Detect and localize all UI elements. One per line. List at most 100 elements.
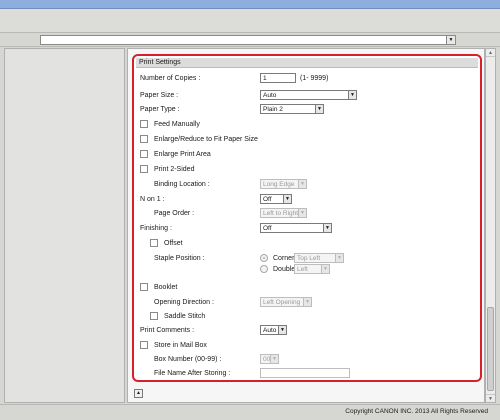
n-on-1-select[interactable]: Off ▼ — [260, 194, 292, 204]
staple-double-radio[interactable] — [260, 265, 268, 273]
staple-double-select[interactable]: Left ▼ — [294, 264, 330, 274]
opening-direction-select[interactable]: Left Opening ▼ — [260, 297, 312, 307]
toolbar — [0, 9, 500, 33]
paper-type-select[interactable]: Plain 2 ▼ — [260, 104, 324, 114]
print-comments-label: Print Comments : — [140, 327, 195, 334]
chevron-down-icon: ▼ — [270, 355, 278, 363]
page-order-row: Page Order : Left to Right ▼ — [134, 207, 480, 220]
enlarge-reduce-label: Enlarge/Reduce to Fit Paper Size — [154, 136, 258, 143]
paper-size-value: Auto — [263, 92, 277, 99]
saddle-stitch-checkbox[interactable] — [150, 312, 158, 320]
box-number-label: Box Number (00-99) : — [154, 356, 222, 363]
chevron-down-icon: ▼ — [298, 180, 306, 188]
enlarge-print-area-checkbox[interactable] — [140, 150, 148, 158]
paper-size-select[interactable]: Auto ▼ — [260, 90, 357, 100]
page-order-label: Page Order : — [154, 210, 195, 217]
address-bar: ▼ — [0, 33, 500, 47]
staple-corner-radio[interactable] — [260, 254, 268, 262]
copyright-text: Copyright CANON INC. 2013 All Rights Res… — [345, 408, 488, 415]
print-comments-select[interactable]: Auto ▼ — [260, 325, 287, 335]
left-navigation-pane — [4, 48, 125, 403]
number-of-copies-label: Number of Copies : — [140, 75, 201, 82]
box-number-select[interactable]: 00 ▼ — [260, 354, 279, 364]
paper-size-row: Paper Size : Auto ▼ — [134, 89, 480, 102]
opening-direction-row: Opening Direction : Left Opening ▼ — [134, 296, 480, 309]
chevron-down-icon[interactable]: ▼ — [446, 36, 455, 44]
n-on-1-label: N on 1 : — [140, 196, 165, 203]
print-settings-header: Print Settings — [136, 58, 478, 68]
paper-type-value: Plain 2 — [263, 106, 283, 113]
page-top-icon[interactable]: ▲ — [134, 389, 143, 398]
enlarge-print-area-label: Enlarge Print Area — [154, 151, 211, 158]
saddle-stitch-row: Saddle Stitch — [134, 310, 480, 323]
paper-type-row: Paper Type : Plain 2 ▼ — [134, 103, 480, 116]
finishing-select[interactable]: Off ▼ — [260, 223, 332, 233]
staple-corner-value: Top Left — [297, 255, 321, 262]
status-bar: Copyright CANON INC. 2013 All Rights Res… — [0, 404, 500, 420]
page-order-value: Left to Right — [263, 210, 299, 217]
binding-location-value: Long Edge — [263, 181, 295, 188]
number-of-copies-range: (1- 9999) — [300, 75, 329, 82]
finishing-label: Finishing : — [140, 225, 172, 232]
chevron-down-icon: ▼ — [335, 254, 343, 262]
booklet-row: Booklet — [134, 281, 480, 294]
scrollbar-thumb[interactable] — [487, 307, 494, 391]
staple-corner-select[interactable]: Top Left ▼ — [294, 253, 344, 263]
box-number-row: Box Number (00-99) : 00 ▼ — [134, 353, 480, 366]
staple-double-label: Double — [273, 266, 296, 273]
paper-type-label: Paper Type : — [140, 106, 180, 113]
finishing-value: Off — [263, 225, 272, 232]
file-name-input[interactable] — [260, 368, 350, 378]
chevron-down-icon: ▼ — [315, 105, 323, 113]
chevron-down-icon: ▼ — [298, 209, 306, 217]
chevron-down-icon: ▼ — [303, 298, 311, 306]
number-of-copies-row: Number of Copies : 1 (1- 9999) — [134, 72, 480, 85]
feed-manually-row: Feed Manually — [134, 118, 480, 131]
finishing-row: Finishing : Off ▼ — [134, 222, 480, 235]
scroll-up-icon[interactable]: ▲ — [486, 49, 495, 57]
staple-double-row: Double Left ▼ — [134, 263, 480, 276]
print-comments-row: Print Comments : Auto ▼ — [134, 324, 480, 337]
booklet-label: Booklet — [154, 284, 178, 291]
binding-location-label: Binding Location : — [154, 181, 210, 188]
scroll-down-icon[interactable]: ▼ — [486, 394, 495, 402]
print-settings-panel: Print Settings Number of Copies : 1 (1- … — [132, 54, 482, 382]
opening-direction-value: Left Opening — [263, 299, 301, 306]
chevron-down-icon: ▼ — [321, 265, 329, 273]
store-in-mailbox-label: Store in Mail Box — [154, 342, 207, 349]
chevron-down-icon: ▼ — [283, 195, 291, 203]
print-2-sided-row: Print 2-Sided — [134, 163, 480, 176]
print-2-sided-checkbox[interactable] — [140, 165, 148, 173]
store-in-mailbox-checkbox[interactable] — [140, 341, 148, 349]
binding-location-select[interactable]: Long Edge ▼ — [260, 179, 307, 189]
main-content-pane: Print Settings Number of Copies : 1 (1- … — [127, 48, 485, 403]
offset-label: Offset — [164, 240, 183, 247]
offset-row: Offset — [134, 237, 480, 250]
feed-manually-label: Feed Manually — [154, 121, 200, 128]
print-2-sided-label: Print 2-Sided — [154, 166, 195, 173]
n-on-1-row: N on 1 : Off ▼ — [134, 193, 480, 206]
file-name-label: File Name After Storing : — [154, 370, 231, 377]
file-name-row: File Name After Storing : — [134, 367, 480, 380]
chevron-down-icon: ▼ — [323, 224, 331, 232]
number-of-copies-input[interactable]: 1 — [260, 73, 296, 83]
store-in-mailbox-row: Store in Mail Box — [134, 339, 480, 352]
chevron-down-icon: ▼ — [348, 91, 356, 99]
saddle-stitch-label: Saddle Stitch — [164, 313, 206, 320]
enlarge-reduce-checkbox[interactable] — [140, 135, 148, 143]
booklet-checkbox[interactable] — [140, 283, 148, 291]
enlarge-print-area-row: Enlarge Print Area — [134, 148, 480, 161]
window-title-bar — [0, 0, 500, 9]
binding-location-row: Binding Location : Long Edge ▼ — [134, 178, 480, 191]
offset-checkbox[interactable] — [150, 239, 158, 247]
staple-double-value: Left — [297, 266, 308, 273]
vertical-scrollbar[interactable]: ▲ ▼ — [485, 48, 496, 403]
print-comments-value: Auto — [263, 327, 277, 334]
opening-direction-label: Opening Direction : — [154, 299, 214, 306]
chevron-down-icon: ▼ — [278, 326, 286, 334]
address-input[interactable]: ▼ — [40, 35, 456, 45]
n-on-1-value: Off — [263, 196, 272, 203]
page-order-select[interactable]: Left to Right ▼ — [260, 208, 307, 218]
paper-size-label: Paper Size : — [140, 92, 179, 99]
feed-manually-checkbox[interactable] — [140, 120, 148, 128]
